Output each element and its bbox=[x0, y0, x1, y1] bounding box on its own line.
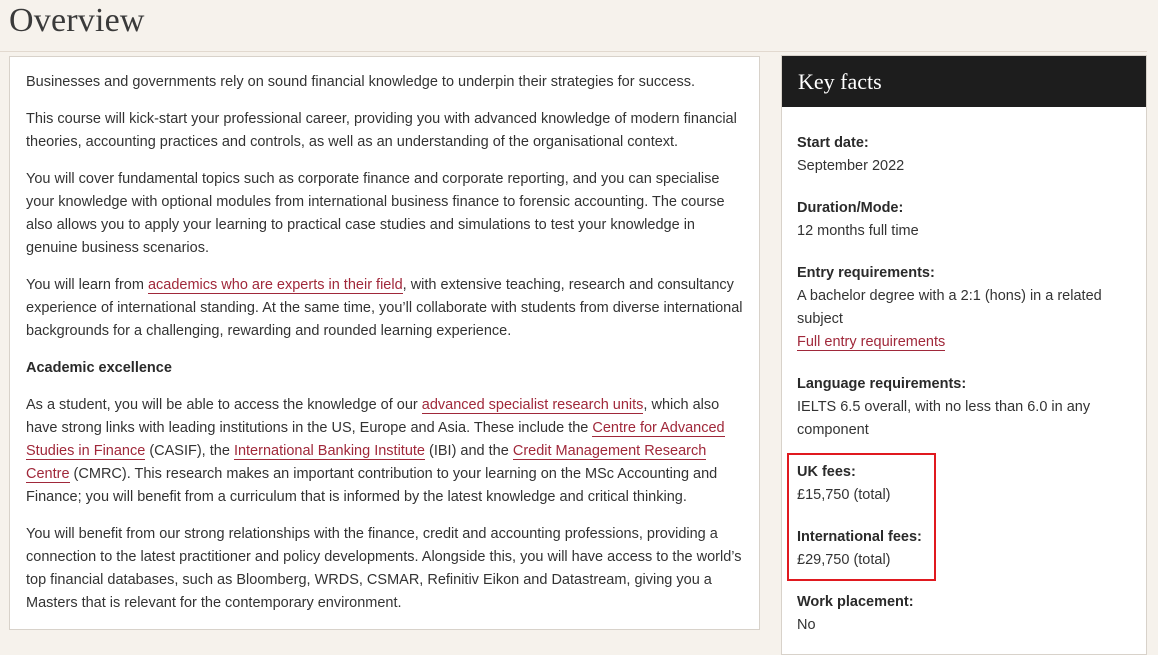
key-facts-panel: Key facts Start date: September 2022 Dur… bbox=[781, 55, 1147, 655]
paragraph-text: (CMRC). This research makes an important… bbox=[26, 466, 718, 505]
overview-paragraph: As a student, you will be able to access… bbox=[26, 394, 743, 509]
overview-paragraph: You will cover fundamental topics such a… bbox=[26, 171, 725, 256]
fact-value: A bachelor degree with a 2:1 (hons) in a… bbox=[797, 288, 1102, 327]
paragraph-text: (CASIF), the bbox=[145, 443, 234, 459]
fact-language-requirements: Language requirements: IELTS 6.5 overall… bbox=[797, 373, 1131, 442]
key-facts-body: Start date: September 2022 Duration/Mode… bbox=[782, 107, 1146, 637]
fact-label: Language requirements: bbox=[797, 376, 967, 392]
fact-value: No bbox=[797, 617, 816, 633]
overview-paragraph: Businesses and governments rely on sound… bbox=[26, 74, 695, 90]
fact-value: 12 months full time bbox=[797, 223, 919, 239]
fact-duration: Duration/Mode: 12 months full time bbox=[797, 197, 1131, 243]
fact-value: £15,750 (total) bbox=[797, 487, 891, 503]
fact-value: September 2022 bbox=[797, 158, 905, 174]
overview-paragraph: This course will kick-start your profess… bbox=[26, 111, 737, 150]
academics-experts-link[interactable]: academics who are experts in their field bbox=[147, 277, 403, 294]
fact-label: International fees: bbox=[797, 529, 922, 545]
fact-start-date: Start date: September 2022 bbox=[797, 132, 1131, 178]
full-entry-requirements-link[interactable]: Full entry requirements bbox=[797, 334, 946, 351]
page-title: Overview bbox=[9, 2, 145, 39]
fact-label: Start date: bbox=[797, 135, 869, 151]
fact-value: £29,750 (total) bbox=[797, 552, 891, 568]
academic-excellence-heading: Academic excellence bbox=[26, 360, 172, 376]
paragraph-text: You will learn from bbox=[26, 277, 148, 293]
fact-work-placement: Work placement: No bbox=[797, 591, 1131, 637]
overview-paragraph: You will learn from academics who are ex… bbox=[26, 274, 743, 343]
title-divider bbox=[0, 51, 1147, 52]
overview-panel: Businesses and governments rely on sound… bbox=[9, 56, 760, 630]
fact-label: Work placement: bbox=[797, 594, 914, 610]
fact-entry-requirements: Entry requirements: A bachelor degree wi… bbox=[797, 262, 1131, 354]
ibi-link[interactable]: International Banking Institute bbox=[233, 443, 425, 460]
fact-uk-fees: UK fees: £15,750 (total) bbox=[797, 461, 1131, 507]
fact-label: UK fees: bbox=[797, 464, 856, 480]
fact-international-fees: International fees: £29,750 (total) bbox=[797, 526, 1131, 572]
paragraph-text: As a student, you will be able to access… bbox=[26, 397, 422, 413]
fact-value: IELTS 6.5 overall, with no less than 6.0… bbox=[797, 399, 1091, 438]
paragraph-text: (IBI) and the bbox=[424, 443, 513, 459]
fact-label: Entry requirements: bbox=[797, 265, 935, 281]
overview-paragraph: You will benefit from our strong relatio… bbox=[26, 526, 742, 611]
research-units-link[interactable]: advanced specialist research units bbox=[421, 397, 644, 414]
fact-label: Duration/Mode: bbox=[797, 200, 904, 216]
key-facts-title: Key facts bbox=[782, 56, 1146, 107]
